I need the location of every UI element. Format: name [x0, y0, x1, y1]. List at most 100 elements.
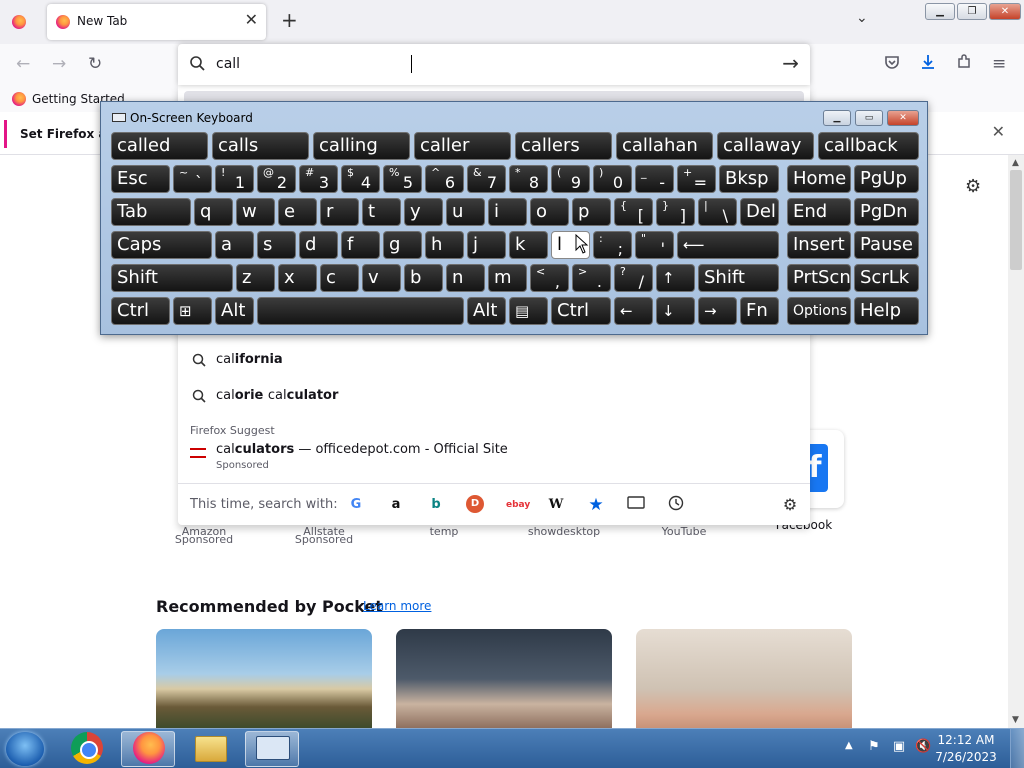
key-u[interactable]: u: [446, 198, 485, 226]
show-hidden-icons-icon[interactable]: ▲: [845, 740, 853, 751]
key-up-arrow[interactable]: ↑: [656, 264, 695, 292]
key-pgup[interactable]: PgUp: [854, 165, 919, 193]
key-9[interactable]: (9: [551, 165, 590, 193]
wikipedia-icon[interactable]: W: [546, 495, 566, 515]
firefox-menu-icon[interactable]: [12, 15, 26, 29]
osk-maximize-button[interactable]: ▭: [855, 110, 883, 126]
key-7[interactable]: & 7: [467, 165, 506, 193]
key-n[interactable]: n: [446, 264, 485, 292]
scrollbar-thumb[interactable]: [1010, 170, 1022, 270]
key-q[interactable]: q: [194, 198, 233, 226]
key-ctrl-right[interactable]: Ctrl: [551, 297, 611, 325]
network-icon[interactable]: ▣: [891, 739, 907, 755]
prediction-callers[interactable]: callers: [515, 132, 612, 160]
key-space[interactable]: [257, 297, 464, 325]
key-f[interactable]: f: [341, 231, 380, 259]
go-arrow-icon[interactable]: →: [782, 51, 799, 75]
key-end[interactable]: End: [787, 198, 851, 226]
key-h[interactable]: h: [425, 231, 464, 259]
key-b[interactable]: b: [404, 264, 443, 292]
key-minus[interactable]: _ -: [635, 165, 674, 193]
prediction-caller[interactable]: caller: [414, 132, 511, 160]
search-suggestion-california[interactable]: california: [178, 343, 810, 377]
key-alt-left[interactable]: Alt: [215, 297, 254, 325]
key-caps[interactable]: Caps: [111, 231, 212, 259]
key-8[interactable]: * 8: [509, 165, 548, 193]
key-insert[interactable]: Insert: [787, 231, 851, 259]
shortcut-youtube-label[interactable]: YouTube: [624, 525, 744, 538]
key-down-arrow[interactable]: ↓: [656, 297, 695, 325]
key-6[interactable]: ^ 6: [425, 165, 464, 193]
key-v[interactable]: v: [362, 264, 401, 292]
key-backspace[interactable]: Bksp: [719, 165, 779, 193]
key-2[interactable]: @2: [257, 165, 296, 193]
list-all-tabs-icon[interactable]: ⌄: [856, 10, 868, 26]
key-options[interactable]: Options: [787, 297, 851, 325]
key-right-arrow[interactable]: →: [698, 297, 737, 325]
key-pause[interactable]: Pause: [854, 231, 919, 259]
pocket-card-image[interactable]: [636, 629, 852, 729]
key-m[interactable]: m: [488, 264, 527, 292]
history-icon[interactable]: [666, 495, 686, 515]
key-z[interactable]: z: [236, 264, 275, 292]
key-g[interactable]: g: [383, 231, 422, 259]
key-j[interactable]: j: [467, 231, 506, 259]
search-suggestion-calorie-calculator[interactable]: calorie calculator: [178, 379, 810, 413]
url-input-text[interactable]: call: [216, 56, 240, 72]
key-i[interactable]: i: [488, 198, 527, 226]
key-3[interactable]: #3: [299, 165, 338, 193]
action-center-flag-icon[interactable]: ⚑: [866, 739, 882, 755]
key-right-bracket[interactable]: }]: [656, 198, 695, 226]
key-5[interactable]: % 5: [383, 165, 422, 193]
page-scrollbar[interactable]: ▲ ▼: [1008, 155, 1024, 728]
prediction-called[interactable]: called: [111, 132, 208, 160]
key-menu[interactable]: ▤: [509, 297, 548, 325]
key-shift-left[interactable]: Shift: [111, 264, 233, 292]
key-w[interactable]: w: [236, 198, 275, 226]
search-settings-gear-icon[interactable]: ⚙: [780, 495, 800, 515]
bookmarks-star-icon[interactable]: ★: [586, 495, 606, 515]
back-icon[interactable]: ←: [16, 54, 30, 74]
key-comma[interactable]: <,: [530, 264, 569, 292]
key-left-bracket[interactable]: {[: [614, 198, 653, 226]
newtab-settings-gear-icon[interactable]: ⚙: [965, 176, 981, 197]
shortcut-showdesktop-label[interactable]: showdesktop: [504, 525, 624, 538]
tab-new-tab[interactable]: New Tab ✕: [47, 4, 266, 40]
pocket-card-image[interactable]: [396, 629, 612, 729]
prediction-callahan[interactable]: callahan: [616, 132, 713, 160]
key-fn[interactable]: Fn: [740, 297, 779, 325]
file-explorer-icon[interactable]: [195, 736, 227, 762]
key-slash[interactable]: ? /: [614, 264, 653, 292]
key-semicolon[interactable]: :;: [593, 231, 632, 259]
key-left-arrow[interactable]: ←: [614, 297, 653, 325]
key-tilde[interactable]: ~ `: [173, 165, 212, 193]
pocket-card-image[interactable]: [156, 629, 372, 729]
close-tab-icon[interactable]: ✕: [245, 10, 258, 29]
extensions-icon[interactable]: [956, 54, 972, 75]
key-c[interactable]: c: [320, 264, 359, 292]
duckduckgo-icon[interactable]: D: [466, 495, 484, 513]
key-1[interactable]: ! 1: [215, 165, 254, 193]
close-window-button[interactable]: ✕: [989, 3, 1021, 20]
volume-muted-icon[interactable]: 🔇: [915, 739, 931, 755]
key-enter[interactable]: ⟵: [677, 231, 779, 259]
firefox-icon[interactable]: [133, 732, 165, 764]
key-equals[interactable]: + =: [677, 165, 716, 193]
show-desktop-button[interactable]: [1010, 729, 1024, 768]
key-esc[interactable]: Esc: [111, 165, 170, 193]
key-e[interactable]: e: [278, 198, 317, 226]
amazon-icon[interactable]: a: [386, 495, 406, 515]
key-d[interactable]: d: [299, 231, 338, 259]
key-s[interactable]: s: [257, 231, 296, 259]
osk-close-button[interactable]: ✕: [887, 110, 919, 126]
clock-date[interactable]: 7/26/2023: [930, 750, 1002, 764]
key-prtscn[interactable]: PrtScn: [787, 264, 851, 292]
clock-time[interactable]: 12:12 AM: [930, 733, 1002, 747]
key-pgdn[interactable]: PgDn: [854, 198, 919, 226]
key-del[interactable]: Del: [740, 198, 779, 226]
key-k[interactable]: k: [509, 231, 548, 259]
key-quote[interactable]: " ': [635, 231, 674, 259]
key-shift-right[interactable]: Shift: [698, 264, 779, 292]
key-o[interactable]: o: [530, 198, 569, 226]
key-0[interactable]: ) 0: [593, 165, 632, 193]
